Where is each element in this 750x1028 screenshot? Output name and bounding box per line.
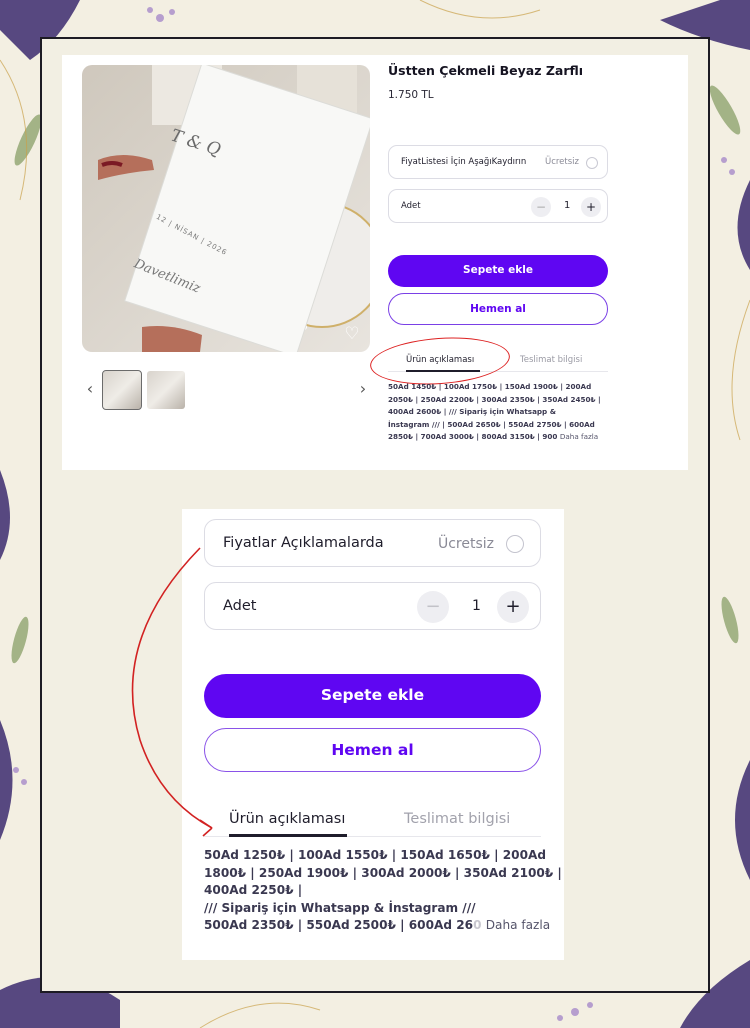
thumbnail-1[interactable]	[102, 370, 142, 410]
description-line: 400Ad 2250₺ |	[204, 883, 303, 898]
option-label: Fiyatlar Açıklamalarda	[223, 535, 384, 551]
quantity-decrement-button[interactable]: −	[531, 197, 551, 217]
favorite-heart-icon[interactable]: ♡	[342, 324, 362, 344]
quantity-value: 1	[472, 598, 481, 614]
product-description-text: 50Ad 1450₺ | 100Ad 1750₺ | 150Ad 1900₺ |…	[388, 381, 614, 444]
description-last-text: 2850₺ | 700Ad 3000₺ | 800Ad 3150₺ | 900	[388, 432, 558, 442]
carousel-next-icon[interactable]: ›	[355, 379, 371, 398]
add-to-cart-button[interactable]: Sepete ekle	[204, 674, 541, 718]
option-selector[interactable]: Fiyatlar Açıklamalarda Ücretsiz	[204, 519, 541, 567]
option-price-free: Ücretsiz	[437, 536, 494, 552]
product-card-zoomed: Fiyatlar Açıklamalarda Ücretsiz Adet − 1…	[182, 509, 564, 960]
description-line: /// Sipariş için Whatsapp & İnstagram //…	[204, 900, 476, 915]
quantity-value: 1	[564, 200, 571, 211]
option-label: FiyatListesi İçin AşağıKaydırın	[401, 157, 527, 167]
buy-now-button[interactable]: Hemen al	[388, 293, 608, 325]
option-selector[interactable]: FiyatListesi İçin AşağıKaydırın Ücretsiz	[388, 145, 608, 179]
buy-now-button[interactable]: Hemen al	[204, 728, 541, 772]
description-line: İnstagram /// | 500Ad 2650₺ | 550Ad 2750…	[388, 419, 595, 429]
description-line: 1800₺ | 250Ad 1900₺ | 300Ad 2000₺ | 350A…	[204, 865, 562, 880]
thumbnail-carousel: ‹ ›	[82, 370, 372, 411]
quantity-label: Adet	[401, 201, 421, 211]
product-card-original: T & Q 12 | NİSAN | 2026 Davetlimiz ♡ ‹ ›…	[62, 55, 688, 470]
product-title: Üstten Çekmeli Beyaz Zarflı	[388, 63, 584, 78]
tab-product-description[interactable]: Ürün açıklaması	[229, 811, 345, 827]
product-main-image[interactable]: T & Q 12 | NİSAN | 2026 Davetlimiz ♡	[82, 65, 370, 352]
description-line: 400Ad 2600₺ | /// Sipariş için Whatsapp …	[388, 407, 556, 417]
read-more-link[interactable]: Daha fazla	[560, 432, 598, 441]
description-line: 50Ad 1250₺ | 100Ad 1550₺ | 150Ad 1650₺ |…	[204, 848, 546, 862]
thumbnail-2[interactable]	[147, 371, 185, 409]
option-radio[interactable]	[506, 535, 524, 553]
product-price: 1.750 TL	[388, 89, 434, 101]
tab-delivery-info[interactable]: Teslimat bilgisi	[404, 811, 510, 827]
option-price-free: Ücretsiz	[544, 157, 579, 167]
description-fade-text: 0	[473, 918, 482, 933]
quantity-decrement-button[interactable]: −	[417, 591, 449, 623]
add-to-cart-button[interactable]: Sepete ekle	[388, 255, 608, 287]
description-line: 2850₺ | 700Ad 3000₺ | 800Ad 3150₺ | 900 …	[388, 431, 614, 444]
option-radio[interactable]	[586, 157, 598, 169]
quantity-field: Adet − 1 +	[388, 189, 608, 223]
description-line: 500Ad 2350₺ | 550Ad 2500₺ | 600Ad 260 Da…	[204, 917, 550, 935]
active-tab-underline	[229, 834, 347, 837]
product-description-text: 50Ad 1250₺ | 100Ad 1550₺ | 150Ad 1650₺ |…	[204, 847, 562, 935]
description-line: 50Ad 1450₺ | 100Ad 1750₺ | 150Ad 1900₺ |…	[388, 382, 592, 391]
quantity-increment-button[interactable]: +	[497, 591, 529, 623]
description-last-text: 500Ad 2350₺ | 550Ad 2500₺ | 600Ad 26	[204, 918, 474, 933]
carousel-prev-icon[interactable]: ‹	[82, 379, 98, 398]
invitation-photo	[82, 65, 370, 352]
description-line: 2050₺ | 250Ad 2200₺ | 300Ad 2350₺ | 350A…	[388, 394, 601, 404]
quantity-field: Adet − 1 +	[204, 582, 541, 630]
quantity-label: Adet	[223, 598, 257, 614]
tab-delivery-info[interactable]: Teslimat bilgisi	[520, 355, 582, 365]
read-more-link[interactable]: Daha fazla	[486, 918, 550, 932]
quantity-increment-button[interactable]: +	[581, 197, 601, 217]
